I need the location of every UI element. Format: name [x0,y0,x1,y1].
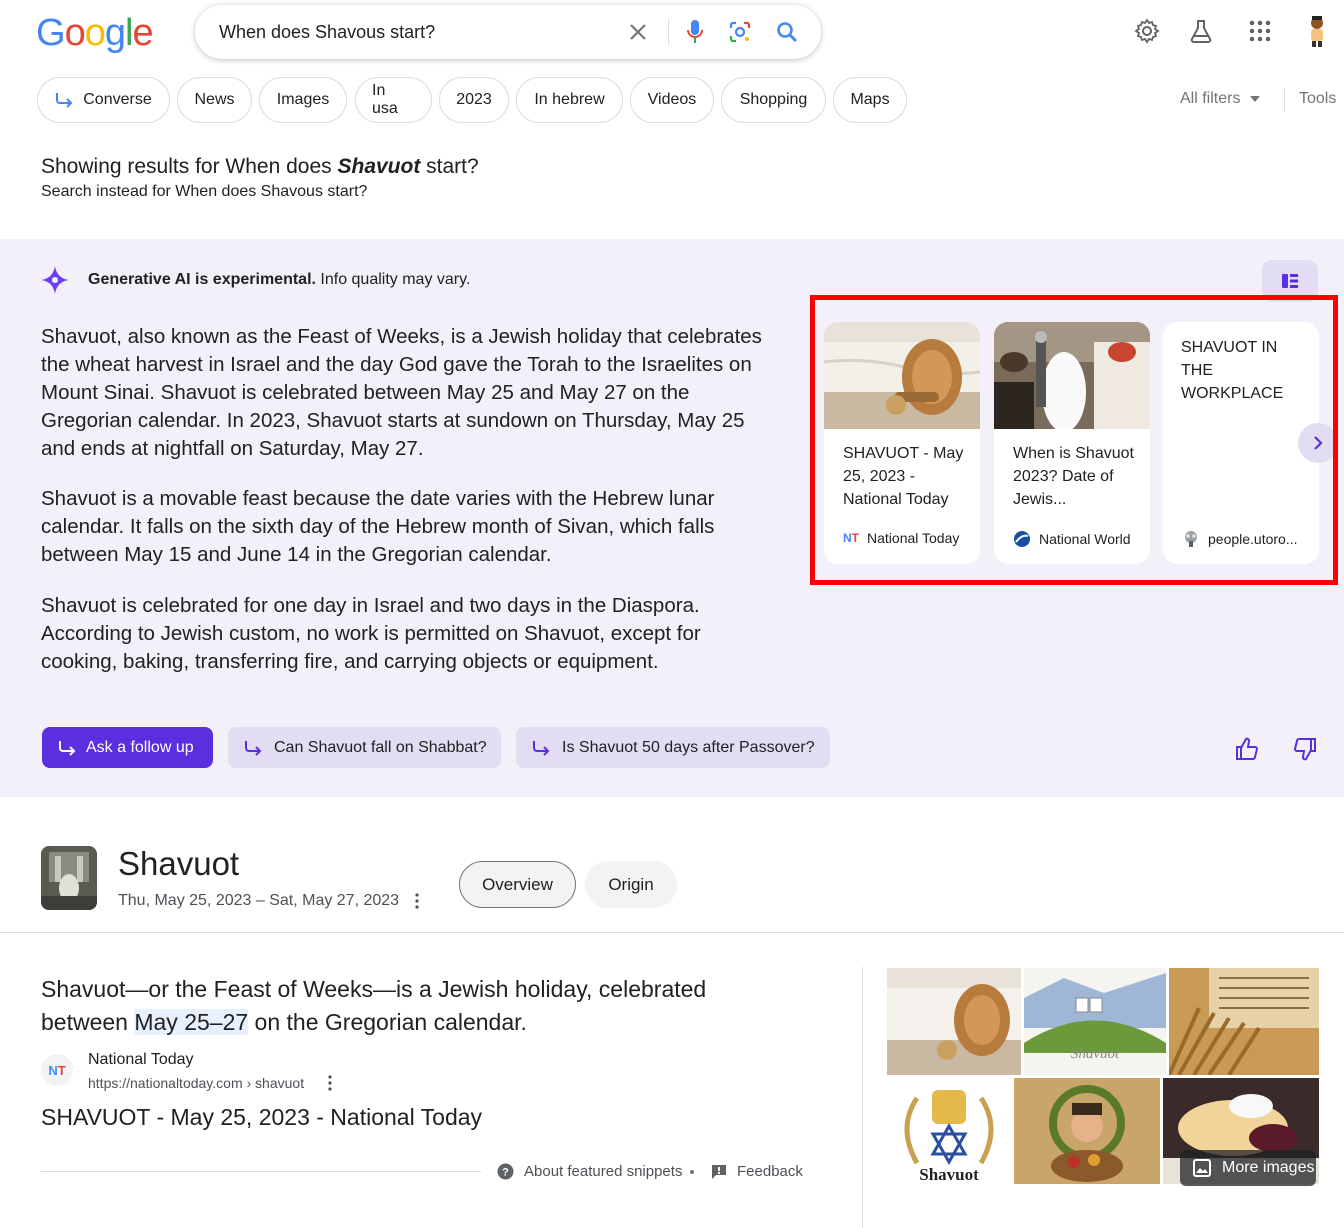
result-title-link[interactable]: SHAVUOT - May 25, 2023 - National Today [41,1104,482,1131]
thumbs-down-icon[interactable] [1292,736,1318,762]
tab-origin[interactable]: Origin [585,861,677,908]
showing-suffix: start? [420,155,479,178]
separator-dot [690,1170,694,1174]
column-divider [862,967,863,1228]
chip-images[interactable]: Images [259,77,347,123]
gen-ai-sparkle-icon [41,266,69,294]
svg-text:?: ? [502,1167,509,1179]
chip-news[interactable]: News [177,77,252,123]
gallery-image[interactable] [887,968,1021,1075]
gallery-caption: Shavuot [919,1165,979,1184]
highlight-box [810,295,1338,585]
lens-icon[interactable] [725,17,755,47]
site-url[interactable]: https://nationaltoday.com › shavuot [88,1075,304,1091]
knowledge-title: Shavuot [118,845,240,882]
chip-in-hebrew[interactable]: In hebrew [516,77,623,123]
logo-letter: e [132,12,153,54]
featured-snippet-text: Shavuot—or the Feast of Weeks—is a Jewis… [41,973,741,1039]
site-name[interactable]: National Today [88,1051,194,1069]
site-logo-text: NT [48,1062,66,1078]
all-filters-button[interactable]: All filters [1180,90,1261,108]
filter-divider [1284,88,1285,112]
notice-bold: Generative AI is experimental. [88,271,316,288]
logo-letter: o [84,12,106,54]
ai-experimental-notice: Generative AI is experimental. Info qual… [88,271,470,289]
suggestion-chip[interactable]: Can Shavuot fall on Shabbat? [228,727,501,768]
about-featured-snippets-link[interactable]: ? About featured snippets [497,1163,682,1180]
all-filters-label: All filters [1180,90,1241,107]
section-divider [0,932,1344,933]
settings-gear-icon[interactable] [1132,16,1162,46]
chip-in-usa[interactable]: In usa [355,77,432,123]
logo-letter: g [104,12,126,54]
suggestion-chip[interactable]: Is Shavuot 50 days after Passover? [516,727,830,768]
search-icon[interactable] [772,17,802,47]
thumbs-up-icon[interactable] [1234,736,1260,762]
tab-overview[interactable]: Overview [459,861,576,908]
follow-up-arrow-icon [245,740,262,756]
logo-letter: o [64,12,86,54]
follow-up-arrow-icon [533,740,550,756]
ai-paragraph: Shavuot, also known as the Feast of Week… [41,325,762,460]
suggestion-label: Is Shavuot 50 days after Passover? [562,738,815,756]
more-images-label: More images [1222,1159,1315,1176]
gallery-image[interactable] [1014,1078,1160,1184]
suggestion-label: Can Shavuot fall on Shabbat? [274,738,487,756]
labs-flask-icon[interactable] [1186,16,1216,46]
feedback-label: Feedback [737,1163,803,1180]
ai-paragraph: Shavuot is celebrated for one day in Isr… [41,594,701,673]
notice-rest: Info quality may vary. [315,271,471,288]
ask-follow-up-button[interactable]: Ask a follow up [42,727,213,768]
showing-results[interactable]: Showing results for When does Shavuot st… [41,155,479,179]
showing-prefix: Showing results for When does [41,155,338,178]
tools-button[interactable]: Tools [1299,90,1336,108]
search-box[interactable]: When does Shavous start? [195,5,821,59]
gallery-image[interactable]: Shavuot [1024,968,1166,1075]
knowledge-dates: Thu, May 25, 2023 – Sat, May 27, 2023 [118,892,400,909]
logo-letter: l [124,12,134,54]
corrected-term: Shavuot [337,155,421,178]
apps-grid-icon[interactable] [1245,16,1275,46]
more-images-button[interactable]: More images [1180,1150,1316,1186]
follow-up-arrow-icon [59,740,76,756]
gallery-image[interactable] [1169,968,1319,1075]
shavuot-thumbnail[interactable] [41,846,97,910]
gallery-caption: Shavuot [1071,1046,1120,1062]
about-label: About featured snippets [524,1163,683,1180]
help-icon: ? [497,1163,514,1180]
snippet-text: on the Gregorian calendar. [248,1009,527,1035]
chip-label: Converse [83,91,152,108]
site-favicon: NT [41,1054,73,1086]
feedback-icon [712,1164,726,1179]
search-instead-link[interactable]: Search instead for When does Shavous sta… [41,183,367,201]
google-logo[interactable]: Google [36,12,154,55]
image-icon [1193,1159,1211,1177]
converse-arrow-icon [56,93,73,108]
logo-letter: G [36,12,66,54]
ai-paragraph: Shavuot is a movable feast because the d… [41,487,715,566]
chip-videos[interactable]: Videos [630,77,714,123]
chip-shopping[interactable]: Shopping [721,77,826,123]
clear-icon[interactable] [623,17,653,47]
ask-follow-up-label: Ask a follow up [86,738,194,756]
chip-2023[interactable]: 2023 [439,77,509,123]
chip-maps[interactable]: Maps [833,77,907,123]
chip-converse[interactable]: Converse [37,77,170,123]
avatar[interactable] [1302,14,1332,48]
layout-icon [1282,274,1298,288]
search-divider [668,19,669,45]
microphone-icon[interactable] [680,17,710,47]
snippet-highlight: May 25–27 [134,1009,249,1035]
feedback-link[interactable]: Feedback [711,1163,803,1180]
snippet-divider [41,1171,481,1172]
dropdown-arrow-icon [1250,96,1261,102]
gallery-image[interactable]: Shavuot [887,1078,1011,1184]
more-vert-icon[interactable] [410,892,424,910]
more-vert-icon[interactable] [323,1074,337,1092]
search-input[interactable]: When does Shavous start? [219,22,435,43]
